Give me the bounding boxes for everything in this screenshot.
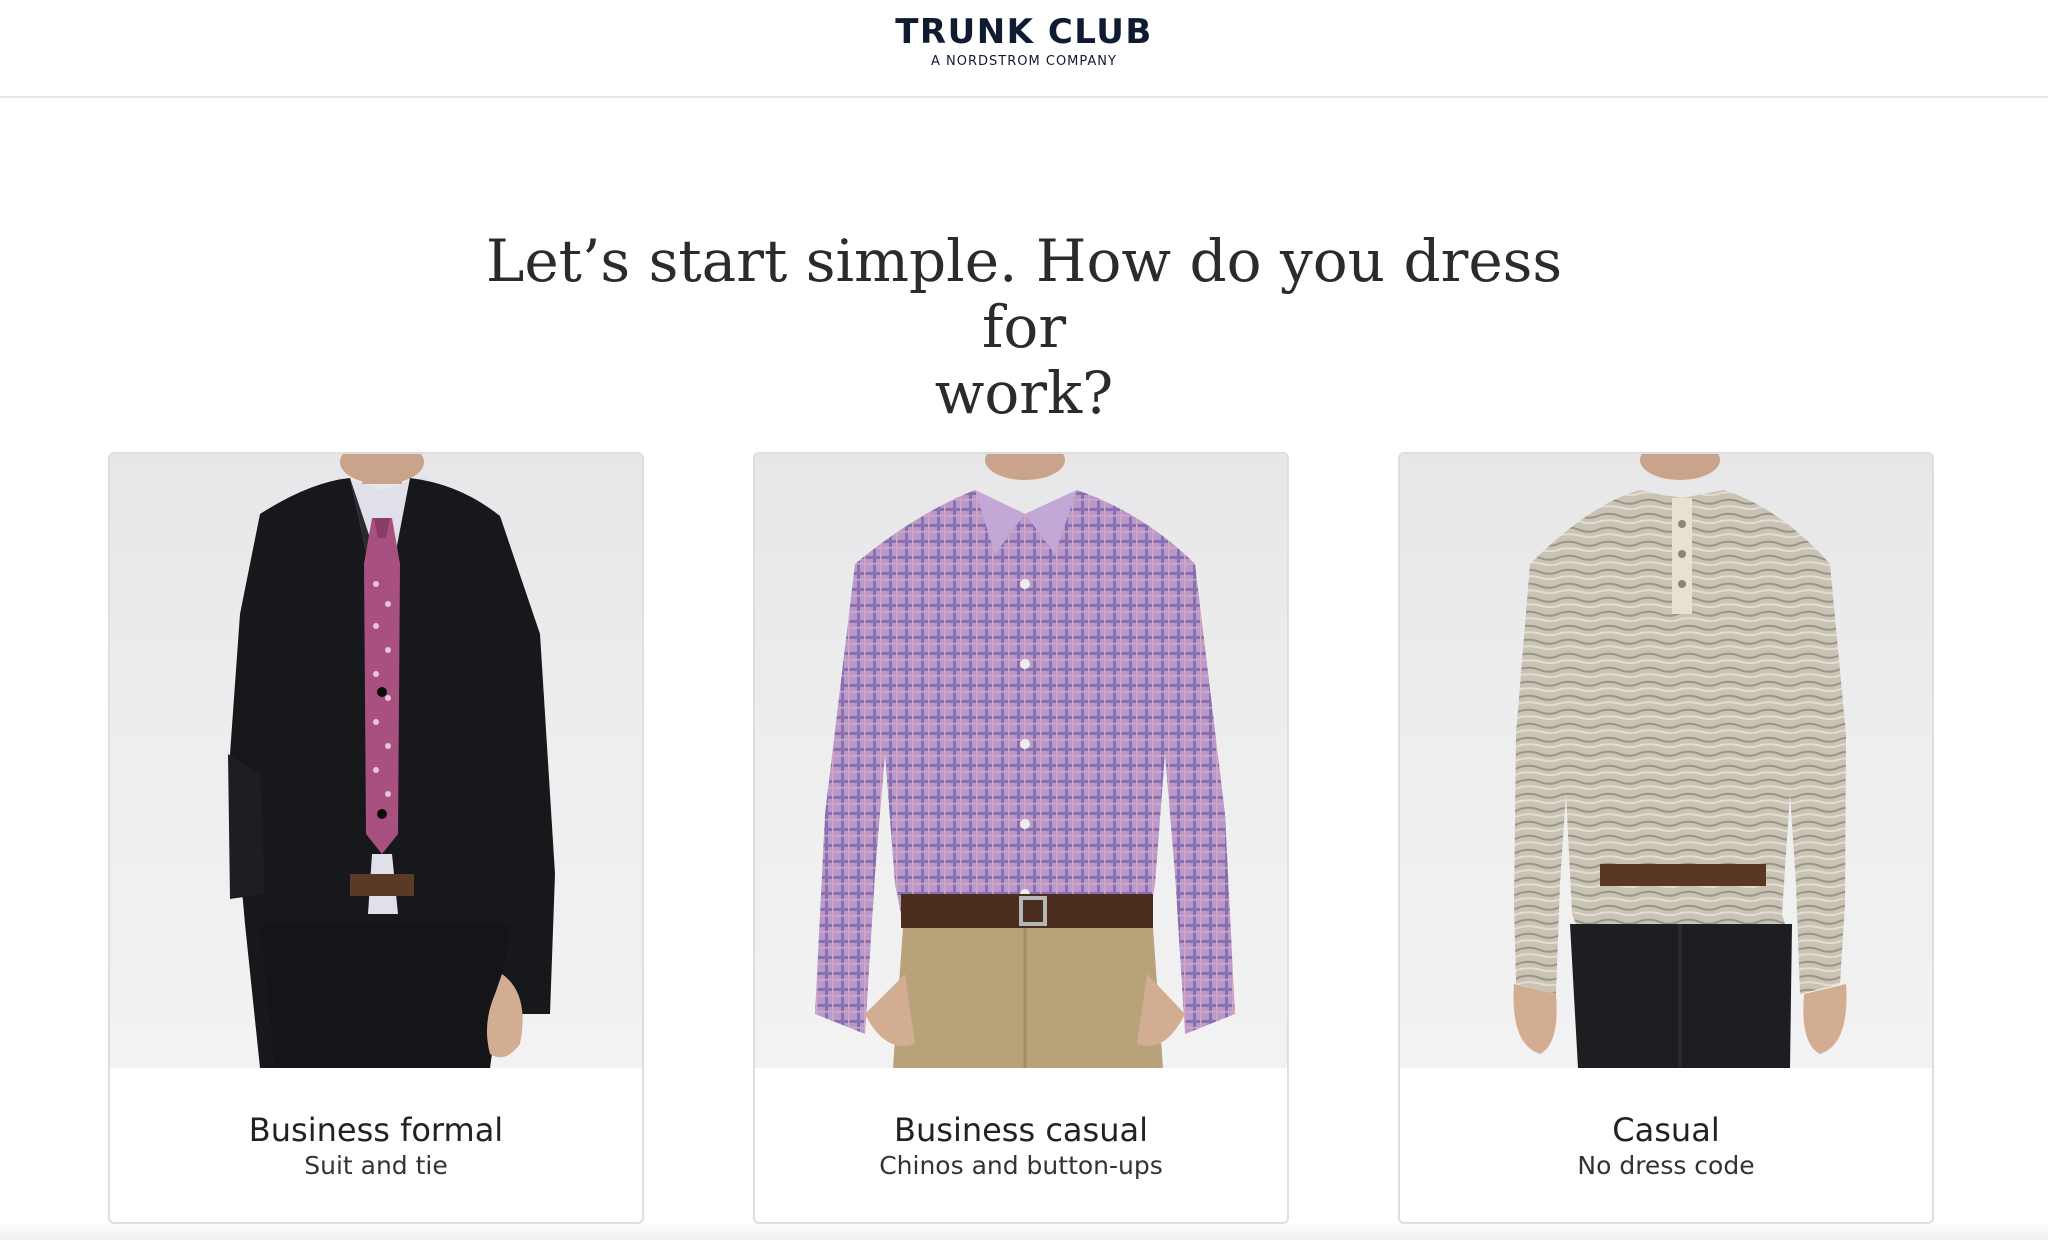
option-title: Business formal [248, 1111, 504, 1149]
card-label-business-casual: Business casual Chinos and button-ups [755, 1110, 1287, 1182]
option-title: Casual [1612, 1111, 1720, 1149]
option-title: Business casual [894, 1111, 1148, 1149]
question-line-2: work? [934, 359, 1114, 427]
question-line-1: Let’s start simple. How do you dress for [485, 227, 1563, 361]
option-card-business-casual[interactable]: Business casual Chinos and button-ups [753, 452, 1289, 1224]
question-heading: Let’s start simple. How do you dress for… [474, 228, 1574, 426]
photo-casual [1400, 454, 1932, 1068]
card-label-casual: Casual No dress code [1400, 1110, 1932, 1182]
brand-name: TRUNK CLUB [895, 12, 1153, 52]
option-card-casual[interactable]: Casual No dress code [1398, 452, 1934, 1224]
brand-logo[interactable]: TRUNK CLUB A NORDSTROM COMPANY [0, 12, 2048, 69]
option-subtitle: Suit and tie [304, 1151, 448, 1180]
photo-business-casual [755, 454, 1287, 1068]
card-label-business-formal: Business formal Suit and tie [110, 1110, 642, 1182]
option-card-business-formal[interactable]: Business formal Suit and tie [108, 452, 644, 1224]
site-header: TRUNK CLUB A NORDSTROM COMPANY [0, 0, 2048, 98]
photo-business-formal [110, 454, 642, 1068]
option-subtitle: Chinos and button-ups [879, 1151, 1163, 1180]
option-subtitle: No dress code [1577, 1151, 1755, 1180]
brand-tagline: A NORDSTROM COMPANY [931, 54, 1117, 69]
page-bottom-fade [0, 1222, 2048, 1240]
